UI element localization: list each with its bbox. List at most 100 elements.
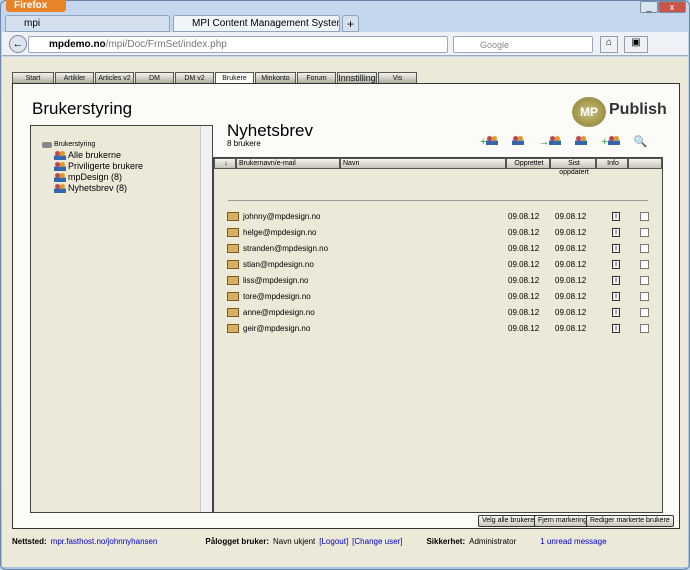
copy-users-icon[interactable] <box>575 135 588 148</box>
user-folder-icon <box>227 307 239 317</box>
table-row[interactable]: liss@mpdesign.no 09.08.12 09.08.12 i <box>227 273 657 287</box>
sort-arrow-icon[interactable]: ↓ <box>214 158 236 169</box>
select-all-button[interactable]: Velg alle brukere <box>478 515 539 527</box>
tree-scrollbar[interactable] <box>200 126 212 512</box>
logo-mark: MP <box>572 97 606 127</box>
search-input[interactable]: Google <box>453 36 593 53</box>
back-icon[interactable]: ← <box>9 35 27 53</box>
row-email[interactable]: stranden@mpdesign.no <box>243 244 508 253</box>
table-row[interactable]: tore@mpdesign.no 09.08.12 09.08.12 i <box>227 289 657 303</box>
url-bar[interactable]: mpdemo.no/mpi/Doc/FrmSet/index.php <box>28 36 448 53</box>
column-created[interactable]: Opprettet <box>506 158 550 169</box>
table-row[interactable]: anne@mpdesign.no 09.08.12 09.08.12 i <box>227 305 657 319</box>
group-title: Nyhetsbrev <box>227 121 313 140</box>
root-icon <box>42 141 52 148</box>
bookmarks-icon[interactable]: ▣ <box>624 36 648 53</box>
user-folder-icon <box>227 243 239 253</box>
row-email[interactable]: johnny@mpdesign.no <box>243 212 508 221</box>
info-icon[interactable]: i <box>612 259 620 269</box>
add-users-icon[interactable]: + <box>480 135 499 148</box>
info-icon[interactable]: i <box>612 243 620 253</box>
row-checkbox[interactable] <box>640 259 649 269</box>
row-checkbox[interactable] <box>640 227 649 237</box>
row-created: 09.08.12 <box>508 323 540 333</box>
column-name[interactable]: Navn <box>340 158 506 169</box>
tree-item-label: Priviligerte brukere <box>68 161 144 171</box>
row-updated: 09.08.12 <box>555 243 587 253</box>
info-icon[interactable]: i <box>612 275 620 285</box>
tree-item[interactable]: Priviligerte brukere <box>54 161 143 171</box>
browser-tab-mpi[interactable]: mpi <box>5 15 170 32</box>
row-created: 09.08.12 <box>508 259 540 269</box>
messages-link[interactable]: 1 unread message <box>540 537 606 546</box>
home-icon[interactable]: ⌂ <box>600 36 618 53</box>
logo-text: Publish <box>609 101 667 118</box>
browser-tab-cms[interactable]: MPI Content Management System v2... <box>173 15 340 32</box>
new-tab-button[interactable]: + <box>342 15 359 32</box>
table-row[interactable]: geir@mpdesign.no 09.08.12 09.08.12 i <box>227 321 657 335</box>
divider <box>228 200 648 201</box>
firefox-menu-button[interactable]: Firefox <box>6 0 66 12</box>
row-email[interactable]: liss@mpdesign.no <box>243 276 508 285</box>
close-window-button[interactable]: x <box>658 1 686 13</box>
row-email[interactable]: anne@mpdesign.no <box>243 308 508 317</box>
tree-item[interactable]: Nyhetsbrev (8) <box>54 183 127 193</box>
logout-link[interactable]: [Logout] <box>319 537 348 546</box>
column-info[interactable]: Info <box>596 158 628 169</box>
row-email[interactable]: geir@mpdesign.no <box>243 324 508 333</box>
row-email[interactable]: stian@mpdesign.no <box>243 260 508 269</box>
move-users-icon[interactable]: → <box>538 135 562 148</box>
row-email[interactable]: helge@mpdesign.no <box>243 228 508 237</box>
row-created: 09.08.12 <box>508 211 540 221</box>
table-row[interactable]: johnny@mpdesign.no 09.08.12 09.08.12 i <box>227 209 657 223</box>
tree-item[interactable]: Alle brukerne <box>54 150 121 160</box>
row-checkbox[interactable] <box>640 243 649 253</box>
row-checkbox[interactable] <box>640 323 649 333</box>
info-icon[interactable]: i <box>612 307 620 317</box>
table-row[interactable]: stranden@mpdesign.no 09.08.12 09.08.12 i <box>227 241 657 255</box>
table-users-icon[interactable] <box>512 135 525 148</box>
column-email[interactable]: Brukernavn/e-mail <box>236 158 340 169</box>
row-checkbox[interactable] <box>640 307 649 317</box>
row-updated: 09.08.12 <box>555 275 587 285</box>
user-folder-icon <box>227 323 239 333</box>
user-folder-icon <box>227 275 239 285</box>
info-icon[interactable]: i <box>612 211 620 221</box>
row-checkbox[interactable] <box>640 291 649 301</box>
user-value: Navn ukjent <box>273 537 316 546</box>
column-select <box>628 158 662 169</box>
tree-item-label: Alle brukerne <box>68 150 122 160</box>
add-user-icon[interactable]: + <box>601 135 620 148</box>
search-users-icon[interactable]: 🔍 <box>634 135 648 148</box>
table-row[interactable]: helge@mpdesign.no 09.08.12 09.08.12 i <box>227 225 657 239</box>
row-email[interactable]: tore@mpdesign.no <box>243 292 508 301</box>
user-label: Pålogget bruker: <box>205 537 269 546</box>
row-updated: 09.08.12 <box>555 259 587 269</box>
tree-root[interactable]: Brukerstyring <box>42 141 95 148</box>
users-icon <box>54 172 66 182</box>
users-icon <box>54 183 66 193</box>
edit-selected-button[interactable]: Rediger markerte brukere <box>586 515 674 527</box>
clear-selection-button[interactable]: Fjern markering <box>534 515 592 527</box>
info-icon[interactable]: i <box>612 291 620 301</box>
row-checkbox[interactable] <box>640 211 649 221</box>
change-user-link[interactable]: [Change user] <box>352 537 402 546</box>
row-checkbox[interactable] <box>640 275 649 285</box>
security-label: Sikkerhet: <box>426 537 466 546</box>
tree-item[interactable]: mpDesign (8) <box>54 172 122 182</box>
url-domain: mpdemo.no <box>49 39 106 50</box>
user-folder-icon <box>227 259 239 269</box>
minimize-button[interactable]: _ <box>640 1 658 13</box>
user-folder-icon <box>227 211 239 221</box>
url-path: /mpi/Doc/FrmSet/index.php <box>105 39 227 50</box>
group-count: 8 brukere <box>227 139 261 148</box>
info-icon[interactable]: i <box>612 323 620 333</box>
row-created: 09.08.12 <box>508 307 540 317</box>
table-row[interactable]: stian@mpdesign.no 09.08.12 09.08.12 i <box>227 257 657 271</box>
footer: Nettsted: mpr.fasthost.no/johnnyhansen På… <box>12 537 607 546</box>
info-icon[interactable]: i <box>612 227 620 237</box>
row-updated: 09.08.12 <box>555 227 587 237</box>
site-link[interactable]: mpr.fasthost.no/johnnyhansen <box>51 537 158 546</box>
row-updated: 09.08.12 <box>555 323 587 333</box>
column-updated[interactable]: Sist oppdatert <box>550 158 596 176</box>
